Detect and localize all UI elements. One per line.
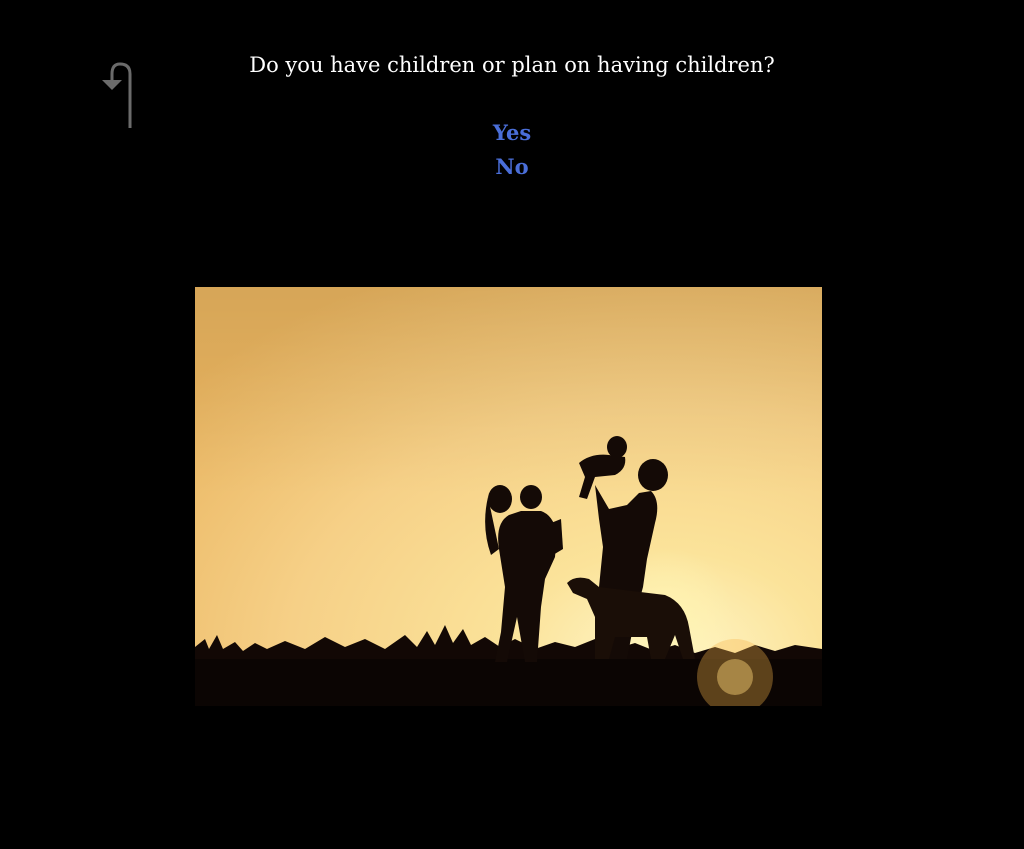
option-yes-link[interactable]: Yes xyxy=(493,116,531,150)
family-silhouette-image xyxy=(195,287,822,706)
question-text: Do you have children or plan on having c… xyxy=(249,53,775,77)
option-no-link[interactable]: No xyxy=(495,150,528,184)
answer-options: Yes No xyxy=(0,116,1024,184)
survey-page: Do you have children or plan on having c… xyxy=(0,0,1024,849)
